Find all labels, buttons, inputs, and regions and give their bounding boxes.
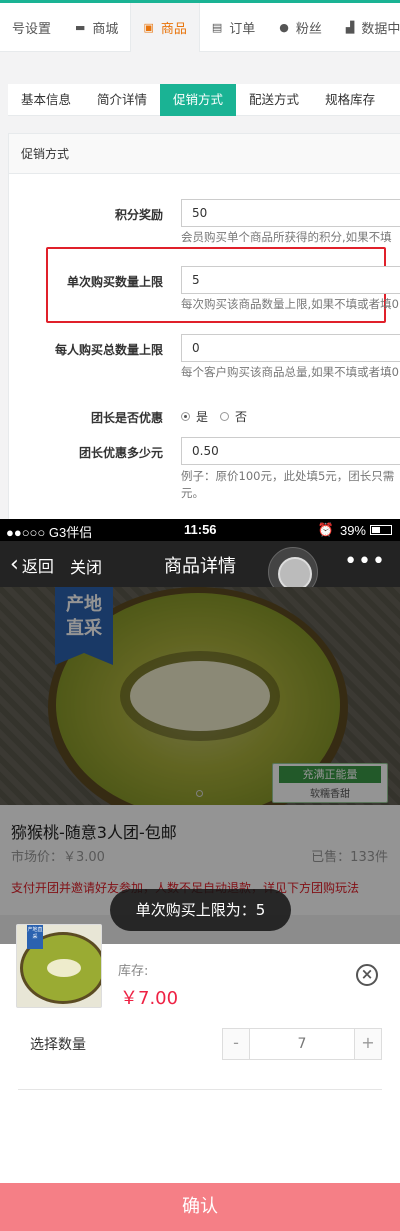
product-edit-tabs: 基本信息 简介详情 促销方式 配送方式 规格库存 — [8, 84, 400, 116]
leader-amount-label: 团长优惠多少元 — [78, 446, 163, 460]
leader-amount-help: 例子：原价100元，此处填5元，团长只需 — [181, 469, 395, 483]
battery-percent: 39% — [339, 522, 366, 538]
confirm-button[interactable]: 确认 — [0, 1183, 400, 1231]
product-thumbnail: 产地直采 — [16, 924, 102, 1008]
thumb-kiwi-core — [47, 959, 81, 977]
limit-toast: 单次购买上限为：5 — [110, 889, 291, 931]
panel-title: 促销方式 — [9, 134, 400, 174]
max-single-help: 每次购买该商品数量上限,如果不填或者填0 — [181, 297, 399, 311]
nav-label: 商城 — [92, 22, 119, 37]
more-icon[interactable]: ••• — [344, 549, 386, 574]
chart-icon: ▟ — [345, 21, 355, 34]
carrier: ●●○○○ G3伴侣 — [6, 525, 93, 540]
monitor-icon: ▬ — [75, 21, 86, 34]
tab-shipping[interactable]: 配送方式 — [236, 84, 312, 116]
divider — [18, 1089, 382, 1090]
nav-orders[interactable]: ▤ 订单 — [200, 3, 267, 52]
nav-data-center[interactable]: ▟ 数据中心 — [334, 3, 400, 52]
radio-no-label: 否 — [235, 410, 248, 424]
tab-promotion[interactable]: 促销方式 — [160, 84, 237, 116]
leader-amount-input[interactable]: 0.50 — [181, 437, 400, 465]
quantity-input[interactable]: 7 — [249, 1029, 355, 1059]
radio-yes[interactable] — [181, 412, 190, 421]
clock: 11:56 — [184, 522, 217, 537]
thumb-badge: 产地直采 — [27, 925, 43, 949]
leader-discount-radios: 是 否 — [181, 408, 247, 425]
nav-products[interactable]: ▣ 商品 — [130, 3, 200, 52]
nav-mall[interactable]: ▬ 商城 — [63, 3, 130, 52]
max-total-input[interactable]: 0 — [181, 334, 400, 362]
nav-label: 粉丝 — [295, 22, 322, 37]
alarm-icon: ⏰ — [317, 522, 334, 537]
quantity-label: 选择数量 — [30, 1037, 86, 1053]
plus-button[interactable]: + — [355, 1029, 381, 1059]
nav-label: 商品 — [160, 22, 187, 37]
mobile-screen: ●●○○○ G3伴侣 11:56 ⏰ 39% ‹ 返回 关闭 商品详情 ••• … — [0, 519, 400, 1231]
user-icon: ● — [279, 21, 289, 34]
purchase-sheet: 产地直采 库存: ￥7.00 × 选择数量 - 7 + 确认 — [0, 924, 400, 1231]
page-title: 商品详情 — [164, 556, 236, 577]
admin-panel: 号设置 ▬ 商城 ▣ 商品 ▤ 订单 ● 粉丝 ▟ 数据中心 基本信息 简介详情… — [0, 0, 400, 519]
nav-fans[interactable]: ● 粉丝 — [267, 3, 334, 52]
radio-no[interactable] — [220, 412, 230, 421]
radio-yes-label: 是 — [196, 410, 209, 424]
tab-description[interactable]: 简介详情 — [84, 84, 160, 116]
promotion-panel: 促销方式 积分奖励 50 会员购买单个商品所获得的积分,如果不填 单次购买数量上… — [8, 133, 400, 519]
stock-label: 库存: — [118, 964, 149, 979]
nav-label: 数据中心 — [361, 22, 400, 37]
nav-label: 订单 — [229, 22, 256, 37]
status-bar: ●●○○○ G3伴侣 11:56 ⏰ 39% — [0, 519, 400, 541]
leader-discount-label: 团长是否优惠 — [90, 411, 163, 425]
points-help: 会员购买单个商品所获得的积分,如果不填 — [181, 230, 392, 244]
max-single-input[interactable]: 5 — [181, 266, 400, 294]
nav-account-settings[interactable]: 号设置 — [0, 3, 63, 52]
points-label: 积分奖励 — [114, 208, 163, 222]
max-total-label: 每人购买总数量上限 — [54, 343, 163, 357]
close-icon[interactable]: × — [356, 964, 378, 986]
quantity-stepper: - 7 + — [222, 1028, 382, 1060]
max-single-label: 单次购买数量上限 — [66, 275, 163, 289]
points-input[interactable]: 50 — [181, 199, 400, 227]
gift-icon: ▣ — [143, 21, 154, 34]
max-total-help: 每个客户购买该商品总量,如果不填或者填0 — [181, 365, 399, 379]
nav-label: 号设置 — [12, 22, 52, 37]
cart-icon: ▤ — [211, 21, 223, 34]
battery-status: ⏰ 39% — [318, 522, 392, 538]
leader-amount-help-2: 元。 — [181, 486, 204, 500]
tab-basic-info[interactable]: 基本信息 — [8, 84, 84, 116]
battery-icon — [370, 525, 392, 535]
nav-bar: ‹ 返回 关闭 商品详情 ••• — [0, 541, 400, 597]
minus-button[interactable]: - — [223, 1029, 249, 1059]
sheet-price: ￥7.00 — [120, 988, 179, 1009]
tab-spec-stock[interactable]: 规格库存 — [312, 84, 388, 116]
top-navigation: 号设置 ▬ 商城 ▣ 商品 ▤ 订单 ● 粉丝 ▟ 数据中心 — [0, 0, 400, 52]
